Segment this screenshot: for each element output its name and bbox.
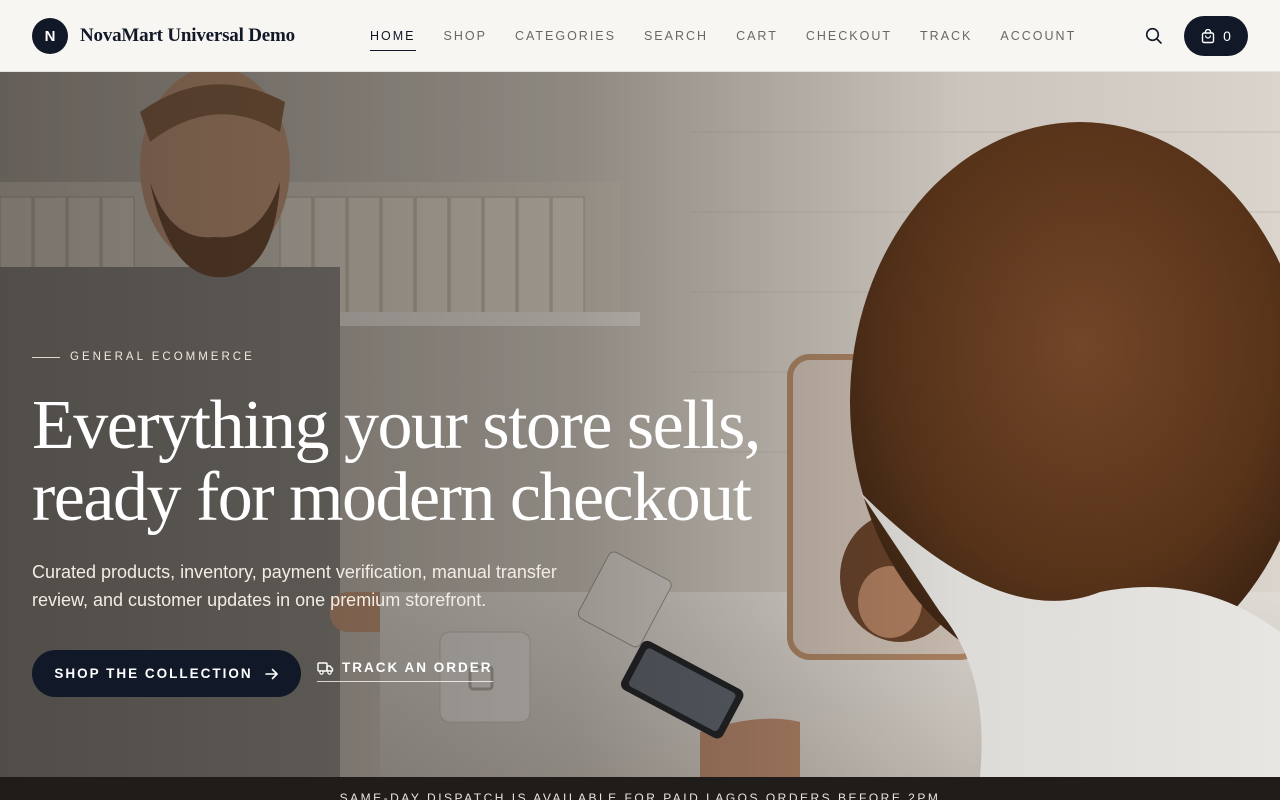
nav-track[interactable]: TRACK <box>920 23 972 49</box>
nav-cart[interactable]: CART <box>736 23 778 49</box>
truck-icon <box>317 661 334 675</box>
nav-checkout[interactable]: CHECKOUT <box>806 23 892 49</box>
hero-title: Everything your store sells, ready for m… <box>32 390 932 534</box>
hero-eyebrow: GENERAL ECOMMERCE <box>32 351 255 363</box>
nav-shop[interactable]: SHOP <box>444 23 487 49</box>
hero-subtitle-line-2: review, and customer updates in one prem… <box>32 590 487 610</box>
hero-subtitle: Curated products, inventory, payment ver… <box>32 558 632 614</box>
hero-subtitle-line-1: Curated products, inventory, payment ver… <box>32 562 557 582</box>
hero-title-line-1: Everything your store sells, <box>32 387 761 464</box>
main-nav: HOME SHOP CATEGORIES SEARCH CART CHECKOU… <box>370 0 1104 72</box>
brand-name: NovaMart Universal Demo <box>80 25 295 46</box>
eyebrow-line <box>32 356 60 358</box>
brand-mark: N <box>32 18 68 54</box>
cart-count: 0 <box>1223 28 1231 44</box>
announcement-bar: SAME-DAY DISPATCH IS AVAILABLE FOR PAID … <box>0 777 1280 800</box>
eyebrow-text: GENERAL ECOMMERCE <box>70 351 255 363</box>
track-order-link[interactable]: TRACK AN ORDER <box>317 660 493 682</box>
nav-categories[interactable]: CATEGORIES <box>515 23 616 49</box>
cart-button[interactable]: 0 <box>1184 16 1248 56</box>
nav-account[interactable]: ACCOUNT <box>1000 23 1076 49</box>
shop-collection-button[interactable]: SHOP THE COLLECTION <box>32 650 301 697</box>
hero-section: GENERAL ECOMMERCE Everything your store … <box>0 72 1280 777</box>
track-order-label: TRACK AN ORDER <box>342 660 493 675</box>
search-icon <box>1145 27 1162 44</box>
shopping-bag-icon <box>1201 28 1215 43</box>
arrow-right-icon <box>264 668 278 679</box>
brand-logo[interactable]: N NovaMart Universal Demo <box>32 18 295 54</box>
site-header: N NovaMart Universal Demo HOME SHOP CATE… <box>0 0 1280 72</box>
announcement-text: SAME-DAY DISPATCH IS AVAILABLE FOR PAID … <box>339 791 941 800</box>
hero-title-line-2: ready for modern checkout <box>32 459 752 536</box>
nav-home[interactable]: HOME <box>370 23 416 51</box>
nav-search[interactable]: SEARCH <box>644 23 708 49</box>
shop-collection-label: SHOP THE COLLECTION <box>54 666 253 681</box>
search-button[interactable] <box>1142 24 1166 48</box>
